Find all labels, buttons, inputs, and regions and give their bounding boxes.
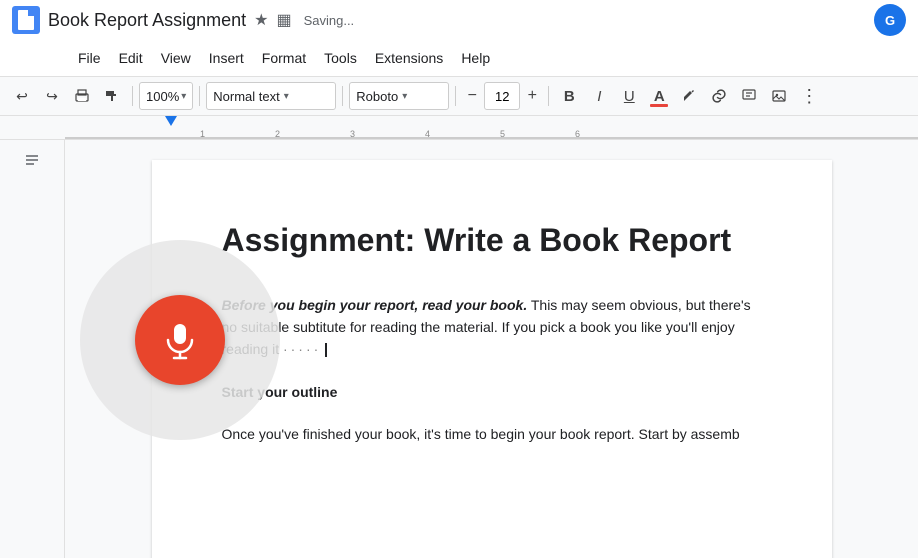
bold-button[interactable]: B — [555, 82, 583, 110]
saving-status: Saving... — [304, 13, 355, 28]
image-button[interactable] — [765, 82, 793, 110]
paragraph-1[interactable]: Before you begin your report, read your … — [222, 294, 762, 361]
toolbar: ↩ ↪ 100% ▾ Normal text ▾ Roboto ▾ − + B … — [0, 76, 918, 116]
font-size-input[interactable] — [484, 82, 520, 110]
menu-insert[interactable]: Insert — [201, 46, 252, 70]
text-cursor — [325, 343, 327, 357]
font-value: Roboto — [356, 89, 398, 104]
document-page: Assignment: Write a Book Report Before y… — [152, 160, 832, 558]
toolbar-divider-2 — [199, 86, 200, 106]
style-dropdown-arrow: ▾ — [284, 91, 289, 102]
paragraph-3[interactable]: Once you've finished your book, it's tim… — [222, 423, 762, 445]
doc-app-icon — [12, 6, 40, 34]
menu-tools[interactable]: Tools — [316, 46, 365, 70]
italic-button[interactable]: I — [585, 82, 613, 110]
paragraph-2[interactable]: Start your outline — [222, 381, 762, 403]
menu-format[interactable]: Format — [254, 46, 314, 70]
bold-italic-text: Before you begin your report, read your … — [222, 297, 528, 313]
text-style-select[interactable]: Normal text ▾ — [206, 82, 336, 110]
zoom-select[interactable]: 100% ▾ — [139, 82, 193, 110]
content-area: Assignment: Write a Book Report Before y… — [65, 140, 918, 558]
highlight-button[interactable] — [675, 82, 703, 110]
zoom-dropdown-arrow: ▾ — [181, 91, 186, 102]
ruler-sidebar — [0, 116, 65, 139]
toolbar-divider-1 — [132, 86, 133, 106]
document-heading[interactable]: Assignment: Write a Book Report — [222, 220, 762, 262]
text-style-value: Normal text — [213, 89, 279, 104]
more-options-button[interactable]: ⋮ — [795, 82, 823, 110]
doc-icon-inner — [18, 10, 34, 30]
paragraph-dots: ····· — [283, 341, 321, 357]
menu-file[interactable]: File — [70, 46, 109, 70]
avatar[interactable]: G — [874, 4, 906, 36]
toolbar-divider-4 — [455, 86, 456, 106]
section-2-body: Once you've finished your book, it's tim… — [222, 426, 740, 442]
font-size-decrease[interactable]: − — [462, 86, 482, 106]
ruler-cursor — [165, 116, 177, 126]
menu-bar: File Edit View Insert Format Tools Exten… — [0, 40, 918, 76]
star-icon[interactable]: ★ — [254, 10, 268, 30]
comment-button[interactable] — [735, 82, 763, 110]
undo-button[interactable]: ↩ — [8, 82, 36, 110]
main-area: Assignment: Write a Book Report Before y… — [0, 140, 918, 558]
font-size-increase[interactable]: + — [522, 86, 542, 106]
mic-icon — [160, 320, 200, 360]
section-2-title: Start your outline — [222, 384, 338, 400]
ruler-line — [65, 137, 918, 139]
ruler-area: 1 2 3 4 5 6 — [0, 116, 918, 140]
menu-help[interactable]: Help — [453, 46, 498, 70]
document-title[interactable]: Book Report Assignment — [48, 10, 246, 31]
ruler: 1 2 3 4 5 6 — [65, 116, 918, 139]
sidebar-panel — [0, 140, 65, 558]
ruler-numbers: 1 2 3 4 5 6 — [65, 116, 918, 139]
font-select[interactable]: Roboto ▾ — [349, 82, 449, 110]
redo-button[interactable]: ↪ — [38, 82, 66, 110]
print-button[interactable] — [68, 82, 96, 110]
outline-icon[interactable] — [22, 150, 42, 175]
underline-button[interactable]: U — [615, 82, 643, 110]
font-dropdown-arrow: ▾ — [402, 91, 407, 102]
menu-view[interactable]: View — [153, 46, 199, 70]
font-size-control: − + — [462, 82, 542, 110]
drive-icon[interactable]: ▦ — [276, 10, 291, 30]
menu-extensions[interactable]: Extensions — [367, 46, 451, 70]
document-body: Before you begin your report, read your … — [222, 294, 762, 446]
font-color-button[interactable]: A — [645, 82, 673, 110]
title-bar: Book Report Assignment ★ ▦ Saving... G — [0, 0, 918, 40]
voice-input-button[interactable] — [135, 295, 225, 385]
paint-format-button[interactable] — [98, 82, 126, 110]
menu-edit[interactable]: Edit — [111, 46, 151, 70]
zoom-value: 100% — [146, 89, 179, 104]
toolbar-divider-3 — [342, 86, 343, 106]
toolbar-divider-5 — [548, 86, 549, 106]
link-button[interactable] — [705, 82, 733, 110]
